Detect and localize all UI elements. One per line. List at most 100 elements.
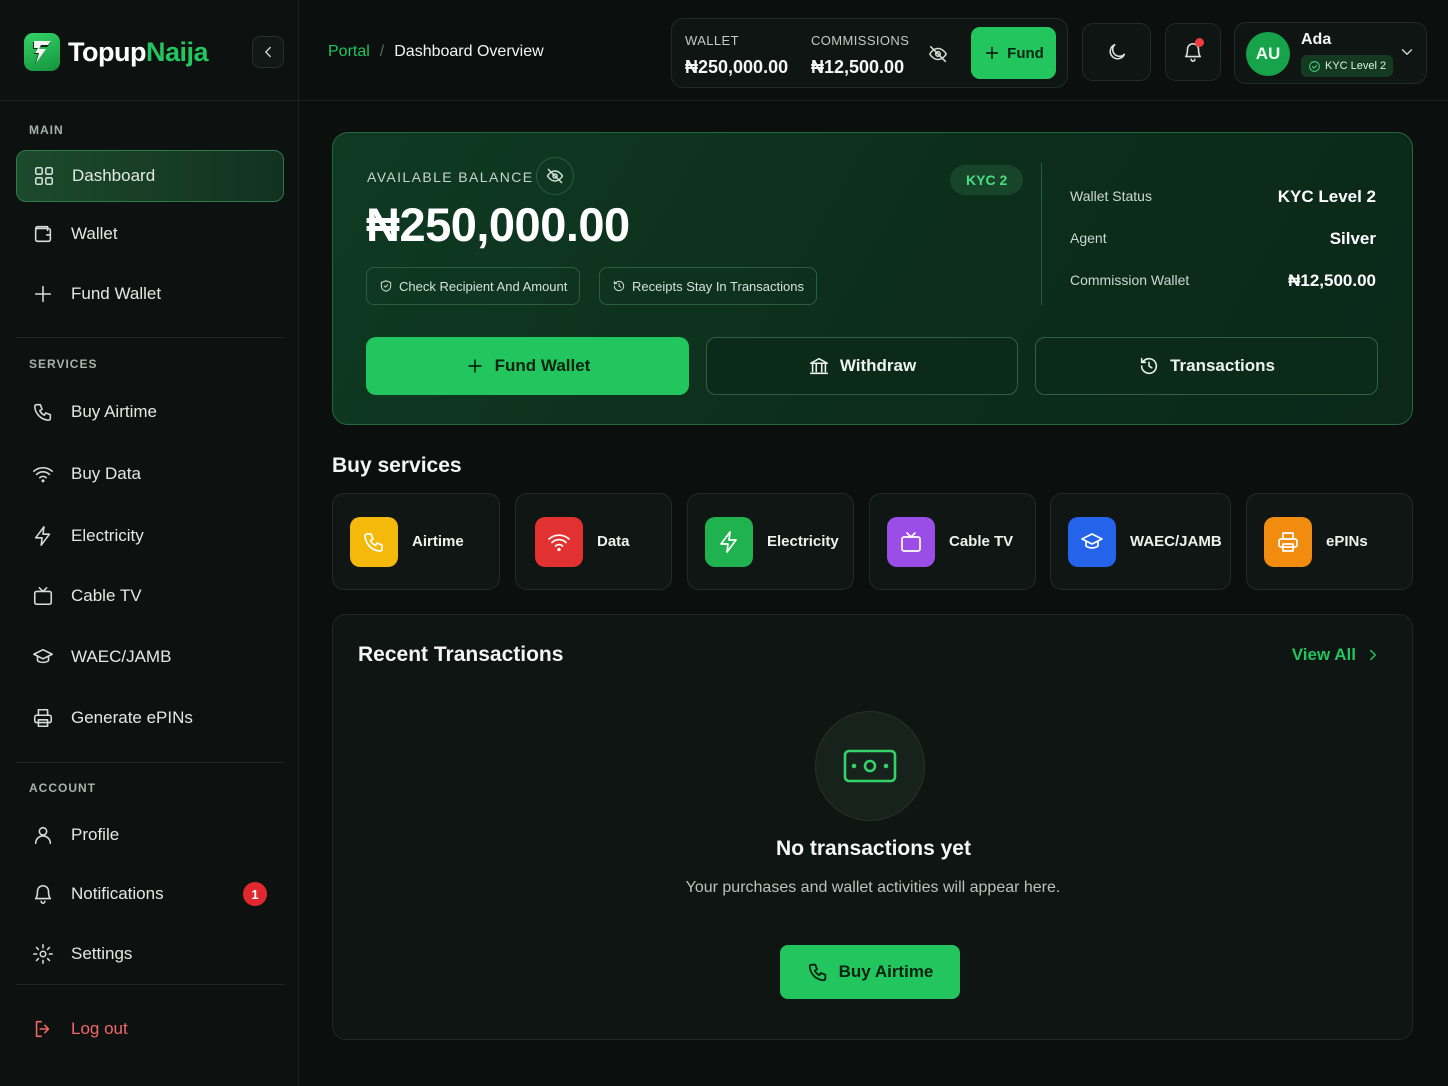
service-electricity-label: Electricity	[767, 533, 839, 550]
notification-dot	[1195, 38, 1204, 47]
commissions-label: COMMISSIONS	[811, 33, 910, 48]
commission-wallet-value: ₦12,500.00	[1288, 271, 1376, 290]
sidebar-item-label: Buy Data	[71, 464, 141, 483]
graduation-cap-icon	[33, 648, 53, 664]
service-airtime[interactable]: Airtime	[332, 493, 500, 590]
sidebar: TopupNaija MAIN Dashboard Wallet Fund Wa…	[0, 0, 299, 1086]
avatar: AU	[1246, 32, 1290, 76]
breadcrumb: Portal / Dashboard Overview	[328, 43, 544, 61]
service-waec-jamb[interactable]: WAEC/JAMB	[1050, 493, 1231, 590]
plus-icon	[986, 46, 999, 60]
sidebar-divider	[16, 762, 284, 763]
sidebar-item-wallet[interactable]: Wallet	[16, 208, 284, 260]
empty-state-subtitle: Your purchases and wallet activities wil…	[685, 879, 1061, 896]
printer-icon	[1264, 516, 1312, 567]
breadcrumb-separator: /	[379, 43, 385, 60]
sidebar-item-electricity[interactable]: Electricity	[16, 510, 284, 562]
sidebar-item-logout[interactable]: Log out	[16, 1003, 284, 1055]
agent-label: Agent	[1070, 230, 1107, 246]
notifications-button[interactable]	[1165, 23, 1221, 81]
view-all-link[interactable]: View All	[1292, 645, 1382, 665]
gear-icon	[33, 944, 53, 964]
sidebar-item-label: Dashboard	[72, 166, 156, 185]
balance-amount: ₦250,000.00	[366, 198, 630, 251]
sidebar-item-notifications[interactable]: Notifications 1	[16, 868, 284, 920]
tv-icon	[887, 516, 935, 567]
service-cable-tv[interactable]: Cable TV	[869, 493, 1036, 590]
header-fund-button[interactable]: Fund	[971, 27, 1056, 79]
toggle-balance-visibility-button[interactable]	[536, 157, 574, 195]
service-data[interactable]: Data	[515, 493, 672, 590]
sidebar-item-profile[interactable]: Profile	[16, 809, 284, 861]
chip-receipts-label: Receipts Stay In Transactions	[632, 278, 804, 294]
sidebar-divider	[16, 337, 284, 338]
service-waec-jamb-label: WAEC/JAMB	[1130, 533, 1222, 550]
sidebar-item-dashboard[interactable]: Dashboard	[16, 150, 284, 202]
logout-icon	[35, 1020, 50, 1038]
tv-icon	[33, 586, 53, 606]
history-icon	[613, 280, 625, 292]
top-header: Portal / Dashboard Overview WALLET ₦250,…	[299, 0, 1448, 101]
service-epins[interactable]: ePINs	[1246, 493, 1413, 590]
user-menu[interactable]: AU Ada KYC Level 2	[1234, 22, 1427, 84]
chevron-down-icon	[1401, 49, 1413, 55]
withdraw-button[interactable]: Withdraw	[706, 337, 1018, 395]
eye-off-icon	[546, 168, 564, 184]
sidebar-item-settings[interactable]: Settings	[16, 928, 284, 980]
sidebar-item-waec-jamb[interactable]: WAEC/JAMB	[16, 631, 284, 683]
check-circle-icon	[1309, 60, 1320, 72]
buy-airtime-label: Buy Airtime	[838, 962, 934, 981]
banknote-icon	[843, 749, 897, 783]
service-airtime-label: Airtime	[412, 533, 464, 550]
sidebar-item-label: Electricity	[71, 526, 144, 545]
commission-wallet-label: Commission Wallet	[1070, 272, 1190, 288]
service-cable-tv-label: Cable TV	[949, 533, 1014, 550]
notifications-count-badge: 1	[243, 882, 267, 906]
sidebar-item-cable-tv[interactable]: Cable TV	[16, 570, 284, 622]
grid-icon	[34, 166, 54, 186]
phone-icon	[808, 963, 826, 982]
bank-icon	[809, 357, 828, 375]
chip-check-recipient: Check Recipient And Amount	[366, 267, 581, 305]
section-label-services: SERVICES	[29, 357, 98, 371]
sidebar-item-label: Notifications	[71, 884, 164, 903]
service-epins-label: ePINs	[1326, 533, 1368, 550]
chip-receipts: Receipts Stay In Transactions	[599, 267, 817, 305]
sidebar-item-label: Profile	[71, 825, 120, 844]
empty-state-illustration	[815, 711, 925, 821]
transactions-button[interactable]: Transactions	[1035, 337, 1378, 395]
user-name: Ada	[1301, 31, 1332, 48]
sidebar-divider	[16, 984, 284, 985]
sidebar-item-buy-data[interactable]: Buy Data	[16, 448, 284, 500]
user-menu-chevron	[1398, 43, 1416, 61]
sidebar-top-divider	[0, 100, 299, 101]
sidebar-item-label: WAEC/JAMB	[71, 647, 172, 666]
sidebar-item-label: Fund Wallet	[71, 284, 162, 303]
service-electricity[interactable]: Electricity	[687, 493, 854, 590]
sidebar-item-label: Settings	[71, 944, 133, 963]
balance-card-divider	[1041, 163, 1042, 305]
section-label-account: ACCOUNT	[29, 781, 96, 795]
collapse-sidebar-button[interactable]	[252, 36, 284, 68]
theme-toggle-button[interactable]	[1082, 23, 1151, 81]
user-kyc-label: KYC Level 2	[1325, 60, 1387, 72]
history-icon	[1140, 357, 1158, 375]
toggle-balance-visibility-button[interactable]	[927, 43, 949, 65]
brand-logo[interactable]: TopupNaija	[24, 32, 209, 72]
section-label-main: MAIN	[29, 123, 64, 137]
wallet-icon	[34, 225, 52, 243]
sidebar-item-generate-epins[interactable]: Generate ePINs	[16, 692, 284, 744]
sidebar-item-buy-airtime[interactable]: Buy Airtime	[16, 386, 284, 438]
commissions-value: ₦12,500.00	[811, 57, 905, 77]
fund-wallet-button[interactable]: Fund Wallet	[366, 337, 689, 395]
buy-airtime-button[interactable]: Buy Airtime	[780, 945, 960, 999]
bell-icon	[34, 885, 52, 904]
sidebar-item-label: Wallet	[71, 224, 118, 243]
chevron-right-icon	[1370, 649, 1376, 661]
view-all-label: View All	[1291, 645, 1356, 664]
brand-name: TopupNaija	[68, 37, 209, 68]
fund-wallet-label: Fund Wallet	[494, 356, 591, 375]
transactions-label: Transactions	[1170, 356, 1275, 375]
breadcrumb-portal-link[interactable]: Portal	[328, 43, 370, 61]
sidebar-item-fund-wallet[interactable]: Fund Wallet	[16, 268, 284, 320]
